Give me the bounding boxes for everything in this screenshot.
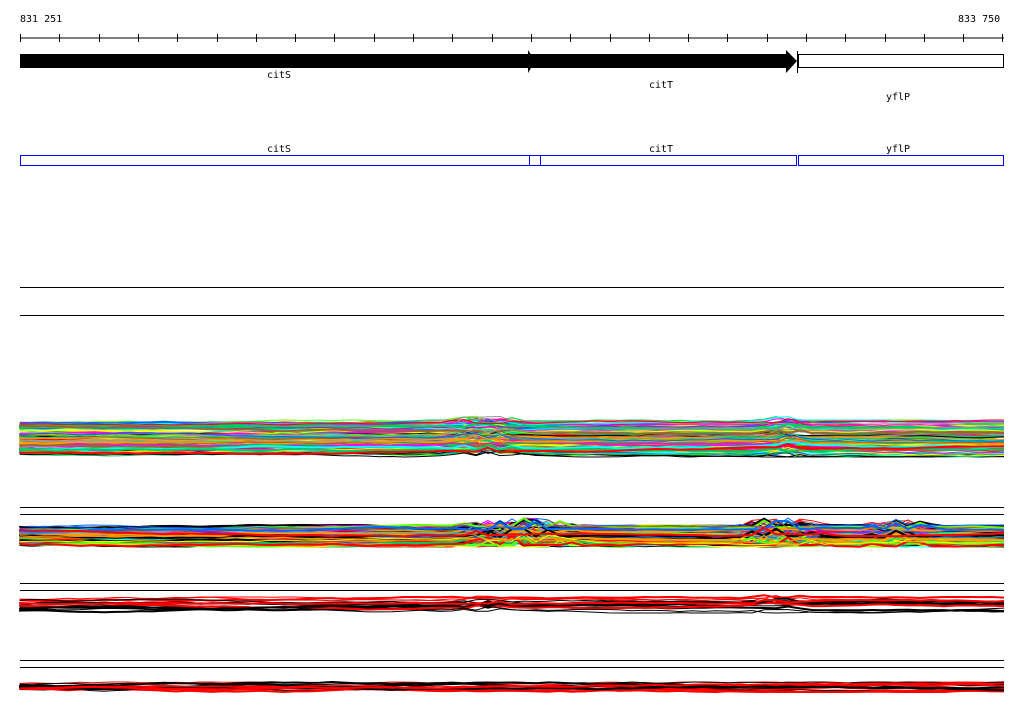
annotation-box-yflP[interactable] [798, 155, 1004, 166]
annotation-box-gap [529, 155, 541, 166]
gene-box-yflP[interactable] [797, 51, 1004, 73]
coordinate-ruler [20, 34, 1004, 42]
expression-profiles [19, 415, 1005, 694]
annotation-box-citT[interactable] [540, 155, 797, 166]
genome-browser-canvas [19, 34, 1005, 694]
gene-arrow-citT[interactable] [530, 50, 797, 73]
annotation-track [20, 155, 1004, 166]
annotation-box-citS[interactable] [20, 155, 530, 166]
gene-arrow-citS[interactable] [20, 50, 535, 73]
